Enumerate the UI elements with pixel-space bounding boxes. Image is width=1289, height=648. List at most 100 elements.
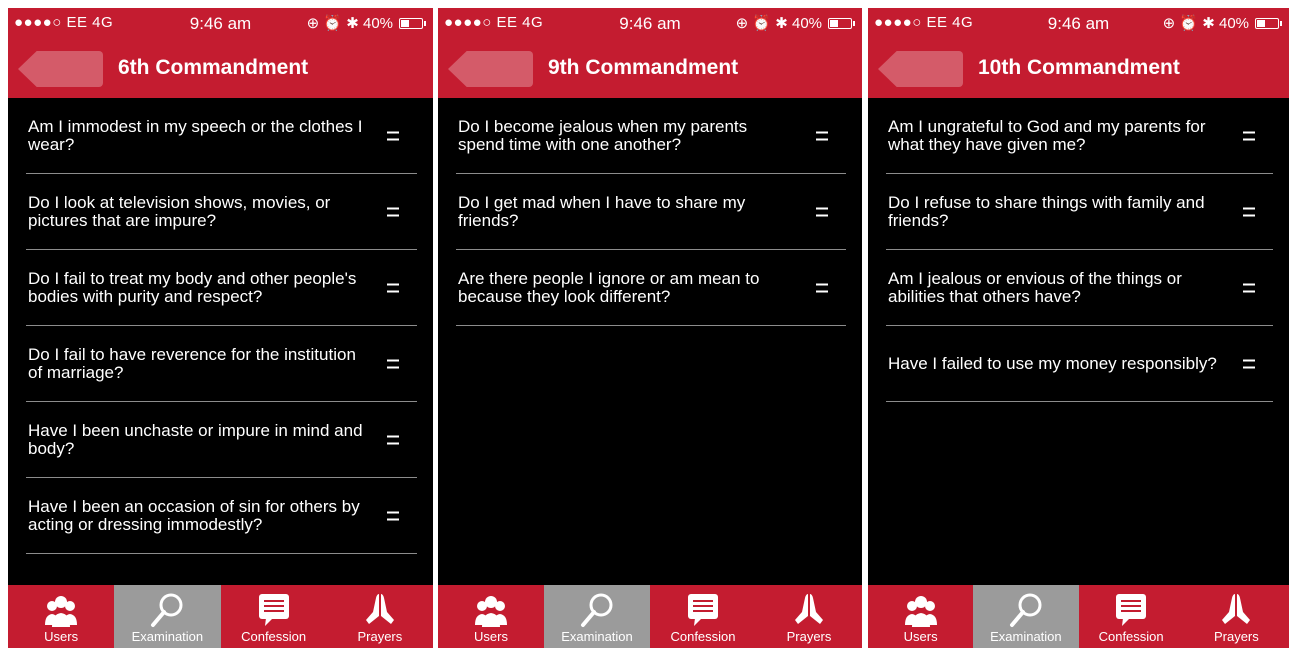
question-text: Have I been an occasion of sin for other… (28, 496, 360, 534)
reorder-handle-icon[interactable] (387, 359, 399, 368)
reorder-handle-icon[interactable] (387, 511, 399, 520)
battery-fill (1257, 19, 1265, 27)
back-button[interactable] (878, 51, 963, 87)
reorder-handle-icon[interactable] (816, 283, 828, 292)
question-row[interactable]: Do I look at television shows, movies, o… (26, 174, 417, 250)
tab-label: Users (474, 629, 508, 644)
reorder-handle-icon[interactable] (1243, 359, 1255, 368)
tab-label: Confession (241, 629, 307, 644)
question-text: Am I jealous or envious of the things or… (888, 268, 1182, 306)
back-button[interactable] (18, 51, 103, 87)
tab-confession[interactable]: Confession (1079, 585, 1184, 648)
question-text: Do I fail to treat my body and other peo… (28, 268, 357, 306)
nav-bar: 6th Commandment (8, 36, 433, 98)
tab-label: Users (903, 629, 938, 644)
tab-label: Confession (1098, 629, 1164, 644)
battery-fill (401, 19, 409, 27)
chat-icon (683, 591, 723, 629)
question-row[interactable]: Are there people I ignore or am mean to … (456, 250, 846, 326)
tab-prayers[interactable]: Prayers (327, 585, 433, 648)
praying-hands-icon (360, 591, 400, 629)
question-text: Do I look at television shows, movies, o… (28, 192, 331, 230)
battery-icon (1255, 17, 1282, 29)
page-title: 10th Commandment (978, 56, 1180, 79)
nav-bar: 10th Commandment (868, 36, 1289, 98)
reorder-handle-icon[interactable] (1243, 283, 1255, 292)
praying-hands-icon (1216, 591, 1256, 629)
phone-screen: ●●●●○ EE 4G 9:46 am ⊕ ⏰ ✱ 40% 6th Comman… (8, 8, 433, 648)
status-bar: ●●●●○ EE 4G 9:46 am ⊕ ⏰ ✱ 40% (868, 8, 1289, 36)
question-row[interactable]: Have I been an occasion of sin for other… (26, 478, 417, 554)
tab-prayers[interactable]: Prayers (756, 585, 862, 648)
battery-fill (830, 19, 838, 27)
status-bar: ●●●●○ EE 4G 9:46 am ⊕ ⏰ ✱ 40% (438, 8, 862, 36)
question-row[interactable]: Am I jealous or envious of the things or… (886, 250, 1273, 326)
question-list: Am I immodest in my speech or the clothe… (8, 98, 433, 554)
reorder-handle-icon[interactable] (387, 207, 399, 216)
tab-users[interactable]: Users (868, 585, 973, 648)
reorder-handle-icon[interactable] (387, 131, 399, 140)
praying-hands-icon (789, 591, 829, 629)
tab-label: Examination (561, 629, 633, 644)
status-indicator-text: ⊕ ⏰ ✱ 40% (1162, 15, 1249, 32)
tab-label: Prayers (357, 629, 403, 644)
question-row[interactable]: Do I get mad when I have to share my fri… (456, 174, 846, 250)
question-text: Are there people I ignore or am mean to … (458, 268, 760, 306)
question-text: Do I become jealous when my parents spen… (458, 116, 748, 154)
battery-icon (399, 17, 426, 29)
tab-confession[interactable]: Confession (650, 585, 756, 648)
reorder-handle-icon[interactable] (816, 207, 828, 216)
question-text: Am I immodest in my speech or the clothe… (28, 116, 363, 154)
tab-examination[interactable]: Examination (973, 585, 1079, 648)
tab-users[interactable]: Users (438, 585, 544, 648)
question-text: Do I get mad when I have to share my fri… (458, 192, 746, 230)
question-list: Am I ungrateful to God and my parents fo… (868, 98, 1289, 402)
users-icon (901, 591, 941, 629)
reorder-handle-icon[interactable] (1243, 207, 1255, 216)
phone-screen: ●●●●○ EE 4G 9:46 am ⊕ ⏰ ✱ 40% 9th Comman… (438, 8, 862, 648)
tab-prayers[interactable]: Prayers (1184, 585, 1289, 648)
question-row[interactable]: Am I immodest in my speech or the clothe… (26, 98, 417, 174)
question-row[interactable]: Do I fail to treat my body and other peo… (26, 250, 417, 326)
question-row[interactable]: Do I refuse to share things with family … (886, 174, 1273, 250)
tab-bar: Users Examination Confession Prayers (438, 585, 862, 648)
nav-bar: 9th Commandment (438, 36, 862, 98)
tab-label: Prayers (786, 629, 832, 644)
chat-icon (254, 591, 294, 629)
phone-screen: ●●●●○ EE 4G 9:46 am ⊕ ⏰ ✱ 40% 10th Comma… (868, 8, 1289, 648)
search-icon (1006, 591, 1046, 629)
status-bar: ●●●●○ EE 4G 9:46 am ⊕ ⏰ ✱ 40% (8, 8, 433, 36)
question-row[interactable]: Do I become jealous when my parents spen… (456, 98, 846, 174)
question-row[interactable]: Do I fail to have reverence for the inst… (26, 326, 417, 402)
question-list: Do I become jealous when my parents spen… (438, 98, 862, 326)
question-row[interactable]: Have I failed to use my money responsibl… (886, 326, 1273, 402)
question-text: Have I been unchaste or impure in mind a… (28, 420, 363, 458)
tab-label: Prayers (1213, 629, 1259, 644)
question-text: Am I ungrateful to God and my parents fo… (888, 116, 1206, 154)
users-icon (471, 591, 511, 629)
status-indicators: ⊕ ⏰ ✱ 40% (306, 14, 426, 32)
users-icon (41, 591, 81, 629)
question-text: Do I fail to have reverence for the inst… (28, 344, 356, 382)
question-row[interactable]: Have I been unchaste or impure in mind a… (26, 402, 417, 478)
chat-icon (1111, 591, 1151, 629)
tab-examination[interactable]: Examination (544, 585, 650, 648)
tab-bar: Users Examination Confession Prayers (8, 585, 433, 648)
page-title: 9th Commandment (548, 56, 739, 79)
reorder-handle-icon[interactable] (387, 435, 399, 444)
question-text: Have I failed to use my money responsibl… (888, 353, 1217, 373)
tab-confession[interactable]: Confession (221, 585, 327, 648)
back-button[interactable] (448, 51, 533, 87)
tab-bar: Users Examination Confession Prayers (868, 585, 1289, 648)
tab-users[interactable]: Users (8, 585, 114, 648)
tab-examination[interactable]: Examination (114, 585, 221, 648)
question-row[interactable]: Am I ungrateful to God and my parents fo… (886, 98, 1273, 174)
reorder-handle-icon[interactable] (816, 131, 828, 140)
reorder-handle-icon[interactable] (387, 283, 399, 292)
battery-icon (828, 17, 855, 29)
reorder-handle-icon[interactable] (1243, 131, 1255, 140)
tab-label: Confession (670, 629, 736, 644)
status-indicators: ⊕ ⏰ ✱ 40% (736, 14, 855, 32)
question-text: Do I refuse to share things with family … (888, 192, 1205, 230)
status-indicator-text: ⊕ ⏰ ✱ 40% (306, 15, 393, 32)
